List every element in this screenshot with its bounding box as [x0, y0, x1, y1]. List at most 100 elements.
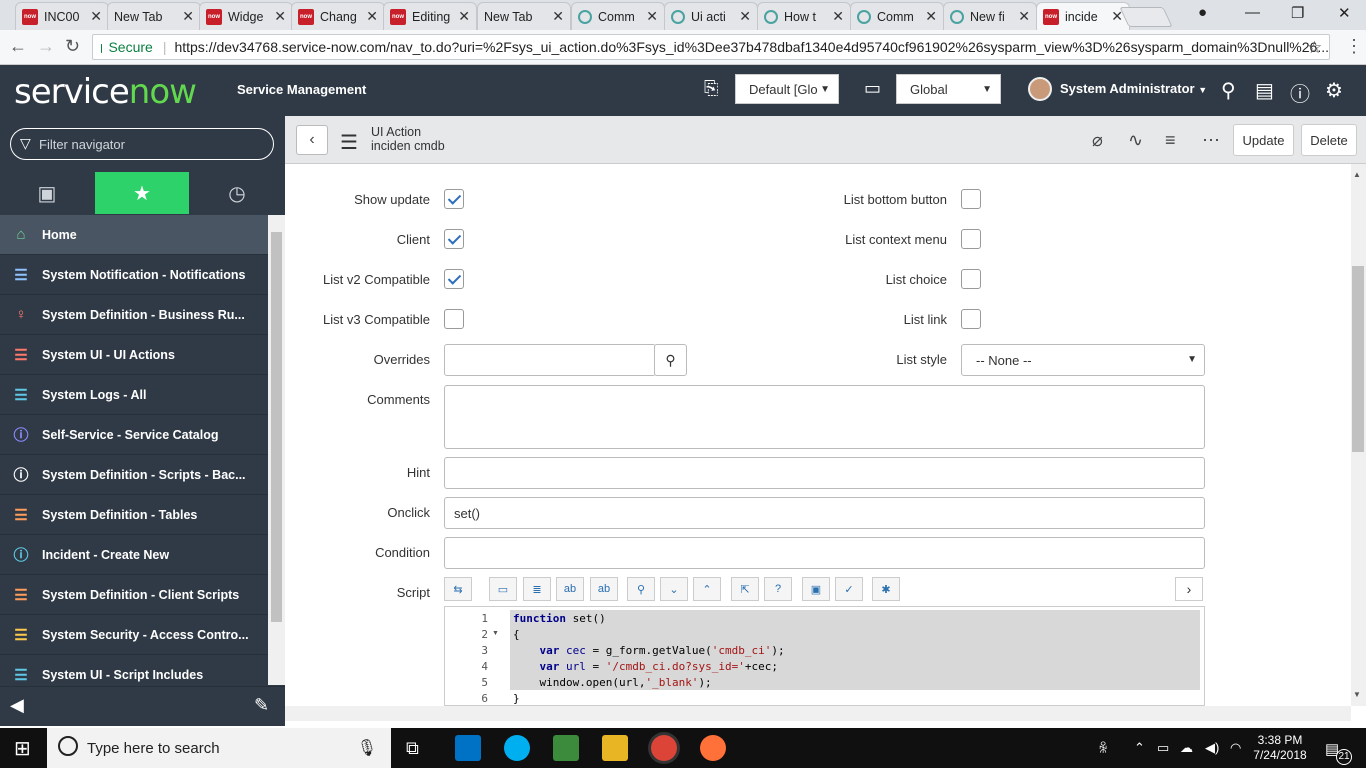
search-icon[interactable]: ⚲ — [627, 577, 655, 601]
chrome-icon[interactable] — [651, 735, 677, 761]
task-view-icon[interactable]: ⧉ — [406, 738, 419, 759]
help-icon[interactable]: ⓘ — [1290, 78, 1310, 107]
minimize-button[interactable]: — — [1245, 4, 1260, 21]
scroll-down-icon[interactable]: ▼ — [1353, 690, 1361, 699]
avatar[interactable] — [1028, 77, 1052, 101]
checkbox[interactable] — [444, 309, 464, 329]
onedrive-icon[interactable]: ☁ — [1180, 740, 1193, 756]
hint-input[interactable] — [444, 457, 1205, 489]
navigator-scrollbar-thumb[interactable] — [271, 232, 282, 622]
nav-item[interactable]: ☰ System UI - UI Actions — [0, 335, 268, 375]
close-tab-icon[interactable]: ✕ — [182, 8, 194, 25]
tab-all-apps[interactable]: ▣ — [0, 172, 94, 214]
comments-textarea[interactable] — [444, 385, 1205, 449]
skype-icon[interactable] — [504, 735, 530, 761]
browser-tab[interactable]: now Widge ✕ — [199, 2, 293, 30]
application-select[interactable]: Global ▼ — [896, 74, 1001, 104]
nav-item[interactable]: ♀ System Definition - Business Ru... — [0, 295, 268, 335]
tab-history[interactable]: ◷ — [190, 172, 284, 214]
checkbox[interactable] — [961, 189, 981, 209]
outlook-icon[interactable] — [455, 735, 481, 761]
checkbox[interactable] — [444, 229, 464, 249]
nav-item[interactable]: ☰ System Definition - Tables — [0, 495, 268, 535]
delete-button[interactable]: Delete — [1301, 124, 1357, 156]
firefox-icon[interactable] — [700, 735, 726, 761]
close-tab-icon[interactable]: ✕ — [552, 8, 564, 25]
copy-icon[interactable]: ⎘ — [704, 78, 718, 99]
window-icon[interactable]: ▭ — [864, 78, 881, 99]
scroll-up-icon[interactable]: ▲ — [1353, 170, 1361, 179]
maximize-button[interactable]: ❐ — [1291, 4, 1304, 22]
browser-tab[interactable]: How t ✕ — [757, 2, 851, 30]
horizontal-scrollbar[interactable] — [285, 706, 1351, 721]
user-menu[interactable]: System Administrator ▼ — [1060, 81, 1207, 96]
chevron-up-icon[interactable]: ⌃ — [693, 577, 721, 601]
help-icon[interactable]: ? — [764, 577, 792, 601]
nav-item[interactable]: ☰ System Logs - All — [0, 375, 268, 415]
nav-item[interactable]: ⓘ System Definition - Scripts - Bac... — [0, 455, 268, 495]
checkbox[interactable] — [961, 229, 981, 249]
toggle-syntax-icon[interactable]: ⇆ — [444, 577, 472, 601]
volume-icon[interactable]: ◀) — [1205, 740, 1219, 756]
chrome-menu-icon[interactable]: ⋮ — [1345, 36, 1363, 57]
tab-favorites[interactable]: ★ — [95, 172, 189, 214]
form-scrollbar-thumb[interactable] — [1352, 266, 1364, 452]
fullscreen-icon[interactable]: ⇱ — [731, 577, 759, 601]
onclick-input[interactable]: set() — [444, 497, 1205, 529]
windows-start-icon[interactable]: ⊞ — [14, 736, 31, 761]
list-style-select[interactable]: -- None -- ▼ — [961, 344, 1205, 376]
personalize-icon[interactable]: ≡ — [1165, 130, 1176, 151]
close-tab-icon[interactable]: ✕ — [366, 8, 378, 25]
new-tab-button[interactable] — [1119, 7, 1173, 27]
browser-tab[interactable]: now Chang ✕ — [291, 2, 385, 30]
servicenow-logo[interactable]: servicenow — [14, 72, 197, 112]
check-syntax-icon[interactable]: ✓ — [835, 577, 863, 601]
browser-tab[interactable]: now incide ✕ — [1036, 2, 1130, 30]
address-bar[interactable]: Secure | https://dev34768.service-now.co… — [92, 34, 1330, 60]
browser-tab[interactable]: New fi ✕ — [943, 2, 1037, 30]
back-arrow-icon[interactable]: ← — [9, 36, 27, 57]
expand-toolbar-button[interactable]: › — [1175, 577, 1203, 601]
search-icon[interactable]: ⚲ — [1221, 78, 1236, 103]
nav-item[interactable]: ☰ System Security - Access Contro... — [0, 615, 268, 655]
battery-icon[interactable]: ▭ — [1157, 740, 1169, 756]
fold-arrow-icon[interactable]: ▼ — [492, 630, 499, 637]
update-set-select[interactable]: Default [Glo ▼ — [735, 74, 839, 104]
comment-icon[interactable]: ▭ — [489, 577, 517, 601]
browser-tab[interactable]: Comm ✕ — [571, 2, 665, 30]
close-tab-icon[interactable]: ✕ — [739, 8, 751, 25]
close-tab-icon[interactable]: ✕ — [458, 8, 470, 25]
close-tab-icon[interactable]: ✕ — [274, 8, 286, 25]
checkbox[interactable] — [961, 269, 981, 289]
overrides-input[interactable] — [444, 344, 656, 376]
file-explorer-icon[interactable] — [602, 735, 628, 761]
checkbox[interactable] — [961, 309, 981, 329]
condition-input[interactable] — [444, 537, 1205, 569]
browser-tab[interactable]: New Tab ✕ — [477, 2, 571, 30]
nav-item[interactable]: ⓘ Self-Service - Service Catalog — [0, 415, 268, 455]
people-icon[interactable]: ꆜ — [1098, 740, 1108, 757]
back-button[interactable]: ‹ — [296, 125, 328, 155]
nav-item[interactable]: ⌂ Home — [0, 215, 268, 255]
reload-icon[interactable]: ↻ — [65, 36, 80, 57]
bookmark-star-icon[interactable]: ☆ — [1307, 38, 1322, 58]
attachment-icon[interactable]: ⌀ — [1092, 130, 1103, 151]
browser-tab[interactable]: Comm ✕ — [850, 2, 944, 30]
debug-icon[interactable]: ✱ — [872, 577, 900, 601]
browser-tab[interactable]: New Tab ✕ — [107, 2, 201, 30]
filter-navigator-input[interactable]: ▽ Filter navigator — [10, 128, 274, 160]
window-close-button[interactable]: ✕ — [1338, 4, 1351, 22]
checkbox[interactable] — [444, 269, 464, 289]
browser-tab[interactable]: Ui acti ✕ — [664, 2, 758, 30]
taskbar-search[interactable]: Type here to search 🎙 — [47, 728, 391, 768]
replace-icon[interactable]: ab — [556, 577, 584, 601]
tray-chevron-icon[interactable]: ⌃ — [1134, 740, 1145, 756]
wifi-icon[interactable]: ◠ — [1230, 740, 1241, 756]
nav-item[interactable]: ☰ System UI - Script Includes — [0, 655, 268, 685]
edit-favorites-icon[interactable]: ✎ — [254, 695, 269, 716]
browser-tab[interactable]: now Editing ✕ — [383, 2, 477, 30]
close-tab-icon[interactable]: ✕ — [925, 8, 937, 25]
profile-icon[interactable]: ● — [1198, 4, 1207, 21]
collapse-nav-icon[interactable]: ◀ — [10, 695, 24, 716]
nav-item[interactable]: ☰ System Definition - Client Scripts — [0, 575, 268, 615]
